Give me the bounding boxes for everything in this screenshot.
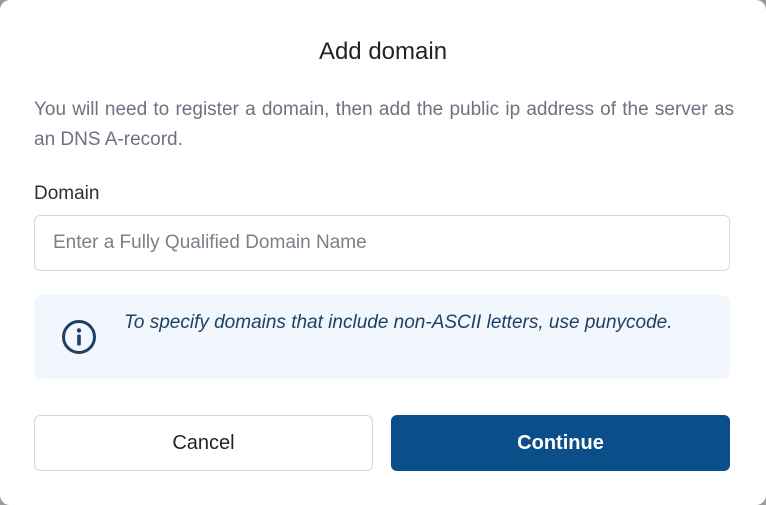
continue-button[interactable]: Continue xyxy=(391,415,730,471)
dialog-title: Add domain xyxy=(318,38,448,65)
info-circle-icon xyxy=(61,319,97,355)
domain-input[interactable] xyxy=(34,215,730,271)
dialog-description: You will need to register a domain, then… xyxy=(34,99,734,150)
cancel-button[interactable]: Cancel xyxy=(34,415,373,471)
domain-field-label: Domain xyxy=(34,183,100,204)
info-callout-text: To specify domains that include non-ASCI… xyxy=(124,312,673,333)
add-domain-dialog: Add domain You will need to register a d… xyxy=(0,0,766,505)
info-callout: To specify domains that include non-ASCI… xyxy=(34,295,730,379)
